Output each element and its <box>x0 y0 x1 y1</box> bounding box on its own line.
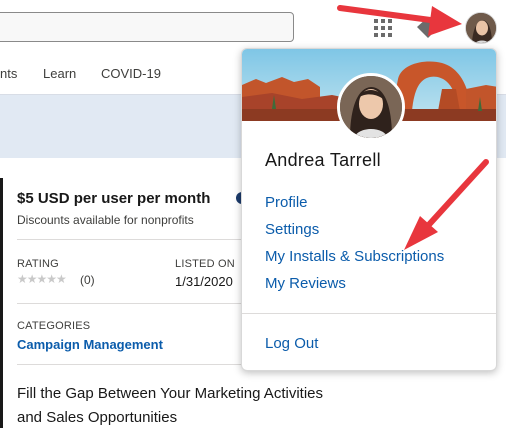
menu-item-installs-subscriptions[interactable]: My Installs & Subscriptions <box>265 248 444 265</box>
divider <box>17 303 247 304</box>
menu-item-profile[interactable]: Profile <box>265 194 308 211</box>
avatar-portrait <box>340 76 402 138</box>
discount-note: Discounts available for nonprofits <box>17 213 194 227</box>
listed-on-label: LISTED ON <box>175 258 235 270</box>
logout-link[interactable]: Log Out <box>265 335 318 352</box>
top-bar <box>0 0 506 50</box>
categories-label: CATEGORIES <box>17 320 91 332</box>
category-link[interactable]: Campaign Management <box>17 337 163 352</box>
apps-grid-icon[interactable] <box>374 19 392 37</box>
nav-item-covid[interactable]: COVID-19 <box>101 66 161 81</box>
listing-price: $5 USD per user per month <box>17 190 211 207</box>
user-menu-dropdown: Andrea Tarrell Profile Settings My Insta… <box>241 48 497 371</box>
divider <box>17 239 247 240</box>
menu-item-settings[interactable]: Settings <box>265 221 319 238</box>
divider <box>17 364 247 365</box>
search-input[interactable] <box>0 12 294 42</box>
user-avatar-button[interactable] <box>465 12 497 44</box>
star-icon: ★★★★★ <box>17 272 67 286</box>
menu-divider <box>242 313 496 314</box>
avatar <box>337 73 405 141</box>
content-border <box>0 178 3 428</box>
user-name: Andrea Tarrell <box>265 150 381 170</box>
avatar <box>466 13 496 43</box>
menu-item-reviews[interactable]: My Reviews <box>265 275 346 292</box>
rating-label: RATING <box>17 258 59 270</box>
nav-item-learn[interactable]: Learn <box>43 66 76 81</box>
listed-date: 1/31/2020 <box>175 274 233 289</box>
nav-item-truncated[interactable]: nts <box>0 66 17 81</box>
tag-icon[interactable] <box>415 16 441 40</box>
rating-count: (0) <box>80 273 95 287</box>
listing-headline: Fill the Gap Between Your Marketing Acti… <box>17 385 323 426</box>
